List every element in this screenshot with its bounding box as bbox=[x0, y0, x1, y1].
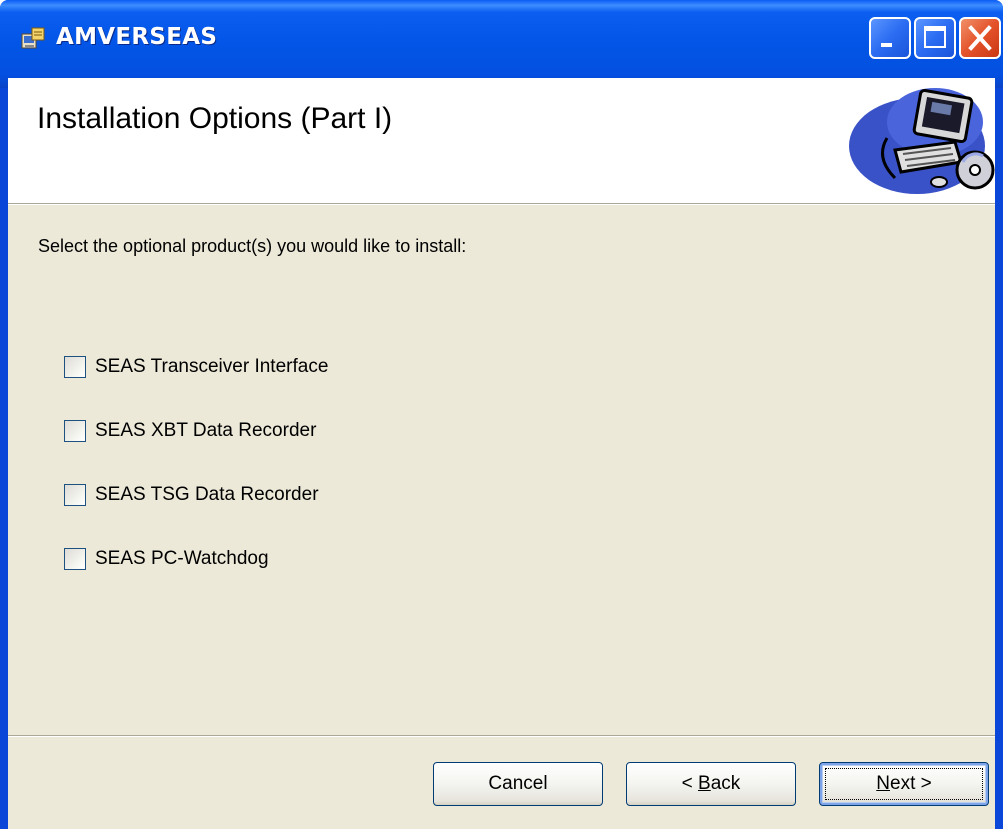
cancel-button[interactable]: Cancel bbox=[433, 762, 603, 806]
checkbox[interactable] bbox=[64, 356, 86, 378]
footer-divider bbox=[8, 735, 995, 737]
cancel-button-label: Cancel bbox=[488, 773, 548, 794]
option-seas-xbt-data-recorder[interactable]: SEAS XBT Data Recorder bbox=[64, 418, 316, 444]
minimize-button[interactable] bbox=[869, 17, 911, 59]
maximize-icon bbox=[924, 26, 946, 48]
option-seas-tsg-data-recorder[interactable]: SEAS TSG Data Recorder bbox=[64, 482, 319, 508]
checkbox[interactable] bbox=[64, 420, 86, 442]
checkbox[interactable] bbox=[64, 548, 86, 570]
header-divider bbox=[8, 203, 995, 205]
close-icon bbox=[968, 25, 992, 51]
instruction-text: Select the optional product(s) you would… bbox=[38, 236, 467, 256]
focus-rectangle bbox=[825, 768, 983, 800]
window-title: AMVERSEAS bbox=[56, 24, 218, 50]
option-seas-transceiver-interface[interactable]: SEAS Transceiver Interface bbox=[64, 354, 328, 380]
maximize-button[interactable] bbox=[914, 17, 956, 59]
back-button[interactable]: < Back bbox=[626, 762, 796, 806]
header-banner: Installation Options (Part I) bbox=[8, 78, 995, 203]
computer-setup-icon bbox=[835, 78, 995, 203]
back-prefix: < bbox=[681, 773, 699, 794]
title-bar[interactable]: AMVERSEAS bbox=[0, 0, 1003, 88]
option-seas-pc-watchdog[interactable]: SEAS PC-Watchdog bbox=[64, 546, 269, 572]
next-button[interactable]: Next > bbox=[819, 762, 989, 806]
option-label: SEAS TSG Data Recorder bbox=[95, 484, 319, 505]
back-mnemonic: B bbox=[698, 773, 711, 794]
option-label: SEAS XBT Data Recorder bbox=[95, 420, 317, 441]
option-label: SEAS Transceiver Interface bbox=[95, 356, 329, 377]
close-button[interactable] bbox=[959, 17, 1001, 59]
option-label: SEAS PC-Watchdog bbox=[95, 548, 269, 569]
installer-window: AMVERSEAS Installation Options (Part I) … bbox=[0, 0, 1003, 829]
dialog-body: Installation Options (Part I) Select the… bbox=[8, 78, 995, 829]
installer-app-icon[interactable] bbox=[20, 25, 46, 51]
back-rest: ack bbox=[710, 773, 741, 794]
back-button-label: < Back bbox=[682, 773, 741, 795]
checkbox[interactable] bbox=[64, 484, 86, 506]
minimize-icon bbox=[881, 43, 892, 47]
page-title: Installation Options (Part I) bbox=[37, 102, 393, 135]
